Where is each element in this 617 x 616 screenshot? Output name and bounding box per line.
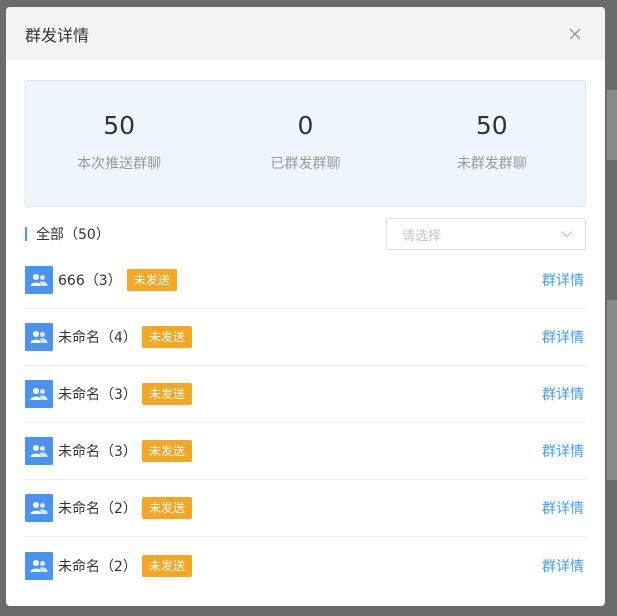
group-avatar-icon [25,380,53,408]
group-send-detail-dialog: 群发详情 50 本次推送群聊 0 已群发群聊 50 未群发群聊 全部（50） 请… [6,7,605,606]
stat-label: 本次推送群聊 [77,156,162,172]
group-icon [30,502,48,514]
status-badge: 未发送 [141,326,192,348]
stats-panel: 50 本次推送群聊 0 已群发群聊 50 未群发群聊 [25,80,586,207]
group-detail-link[interactable]: 群详情 [542,556,584,576]
group-list: 666（3） 未发送 群详情 未命名（4） 未发送 群详情 未命名（3） 未发送… [25,252,586,594]
stat-value: 50 [475,111,508,140]
select-placeholder: 请选择 [402,228,442,244]
group-name: 未命名（2） [58,558,137,575]
status-badge: 未发送 [141,440,192,462]
group-icon [30,559,48,572]
status-badge: 未发送 [141,554,192,577]
group-avatar-icon [25,323,53,351]
group-avatar-icon [25,266,53,294]
item-left: 666（3） 未发送 [25,266,177,294]
close-button[interactable] [564,23,586,45]
stat-sent: 0 已群发群聊 [212,81,398,206]
group-name: 未命名（4） [58,330,137,346]
dialog-title: 群发详情 [25,25,90,45]
stat-label: 已群发群聊 [270,156,341,172]
status-badge: 未发送 [126,269,177,291]
list-item: 666（3） 未发送 群详情 [25,252,586,309]
list-item: 未命名（2） 未发送 群详情 [25,537,586,594]
status-badge: 未发送 [141,497,192,519]
group-detail-link[interactable]: 群详情 [542,327,584,347]
status-select[interactable]: 请选择 [386,218,586,250]
stat-value: 50 [103,111,136,140]
item-left: 未命名（3） 未发送 [25,380,192,408]
list-item: 未命名（3） 未发送 群详情 [25,366,586,423]
list-item: 未命名（3） 未发送 群详情 [25,423,586,480]
group-name: 未命名（2） [58,501,137,517]
group-detail-link[interactable]: 群详情 [542,498,584,518]
list-item: 未命名（2） 未发送 群详情 [25,480,586,537]
dialog-body: 50 本次推送群聊 0 已群发群聊 50 未群发群聊 全部（50） 请选择 66… [6,60,605,594]
group-name: 未命名（3） [58,444,137,460]
status-badge: 未发送 [141,383,192,405]
item-left: 未命名（2） 未发送 [25,551,192,580]
item-left: 未命名（4） 未发送 [25,323,192,351]
group-name: 666（3） [58,273,122,289]
stat-unsent: 50 未群发群聊 [399,81,585,206]
group-icon [30,388,48,400]
group-avatar-icon [25,494,53,522]
list-item: 未命名（4） 未发送 群详情 [25,309,586,366]
group-icon [30,331,48,343]
group-icon [30,445,48,457]
stat-value: 0 [297,111,314,140]
filter-title: 全部（50） [25,224,110,244]
group-detail-link[interactable]: 群详情 [542,270,584,290]
stat-pushed: 50 本次推送群聊 [26,81,212,206]
group-icon [30,274,48,286]
stat-label: 未群发群聊 [456,156,527,172]
group-avatar-icon [25,437,53,465]
group-name: 未命名（3） [58,387,137,403]
filter-row: 全部（50） 请选择 [25,218,586,250]
background-strip [607,90,617,160]
background-strip [607,300,617,480]
dialog-header: 群发详情 [6,7,605,60]
group-detail-link[interactable]: 群详情 [542,384,584,404]
item-left: 未命名（2） 未发送 [25,494,192,522]
item-left: 未命名（3） 未发送 [25,437,192,465]
group-avatar-icon [25,551,53,580]
close-icon [569,28,581,39]
chevron-down-icon [561,231,573,238]
group-detail-link[interactable]: 群详情 [542,441,584,461]
